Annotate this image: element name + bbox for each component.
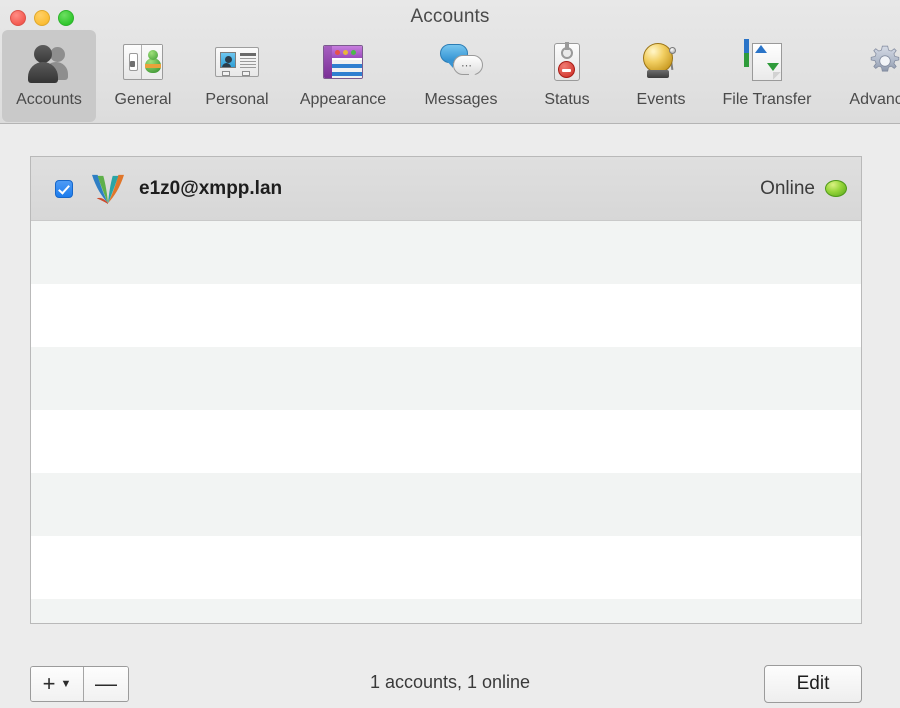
tab-appearance-label: Appearance [299,91,387,108]
list-empty-row [31,536,861,599]
list-empty-row [31,473,861,536]
preferences-window: Accounts Accounts General Personal Appea… [0,0,900,708]
tab-accounts[interactable]: Accounts [2,30,96,122]
tab-advanced[interactable]: Advanced [826,30,900,122]
tab-events[interactable]: Events [614,30,708,122]
messages-icon: ⋯ [435,36,487,88]
tab-personal[interactable]: Personal [190,30,284,122]
account-status-label: Online [760,177,815,199]
tab-appearance[interactable]: Appearance [284,30,402,122]
status-icon [541,36,593,88]
tab-general-label: General [114,91,172,108]
list-empty-row [31,221,861,284]
account-row[interactable]: e1z0@xmpp.lan Online [31,157,861,221]
tab-messages-label: Messages [424,91,498,108]
tab-file-transfer-label: File Transfer [722,91,812,108]
list-empty-row [31,284,861,347]
advanced-icon [859,36,900,88]
preferences-toolbar: Accounts General Personal Appearance ⋯ M… [2,30,900,122]
personal-icon [211,36,263,88]
window-title: Accounts [410,6,490,27]
accounts-list[interactable]: e1z0@xmpp.lan Online [30,156,862,624]
tab-personal-label: Personal [205,91,269,108]
accounts-footer: + ▼ — 1 accounts, 1 online Edit [0,640,900,708]
tab-general[interactable]: General [96,30,190,122]
account-enabled-checkbox[interactable] [55,179,73,198]
preferences-content: e1z0@xmpp.lan Online + ▼ — 1 accounts, 1… [0,124,900,708]
list-empty-row [31,347,861,410]
xmpp-account-logo-icon [89,173,127,205]
list-empty-row [31,410,861,473]
tab-events-label: Events [636,91,686,108]
tab-accounts-label: Accounts [16,91,82,108]
tab-file-transfer[interactable]: File Transfer [708,30,826,122]
file-transfer-icon [741,36,793,88]
tab-status-label: Status [544,91,590,108]
appearance-icon [317,36,369,88]
tab-messages[interactable]: ⋯ Messages [402,30,520,122]
edit-button-label: Edit [796,673,830,694]
accounts-icon [23,36,75,88]
online-status-indicator-icon [825,180,847,197]
account-name: e1z0@xmpp.lan [139,177,283,199]
window-titlebar: Accounts Accounts General Personal Appea… [0,0,900,124]
events-icon [635,36,687,88]
general-icon [117,36,169,88]
tab-status[interactable]: Status [520,30,614,122]
list-empty-row [31,599,861,623]
edit-button[interactable]: Edit [764,665,862,703]
tab-advanced-label: Advanced [849,91,900,108]
